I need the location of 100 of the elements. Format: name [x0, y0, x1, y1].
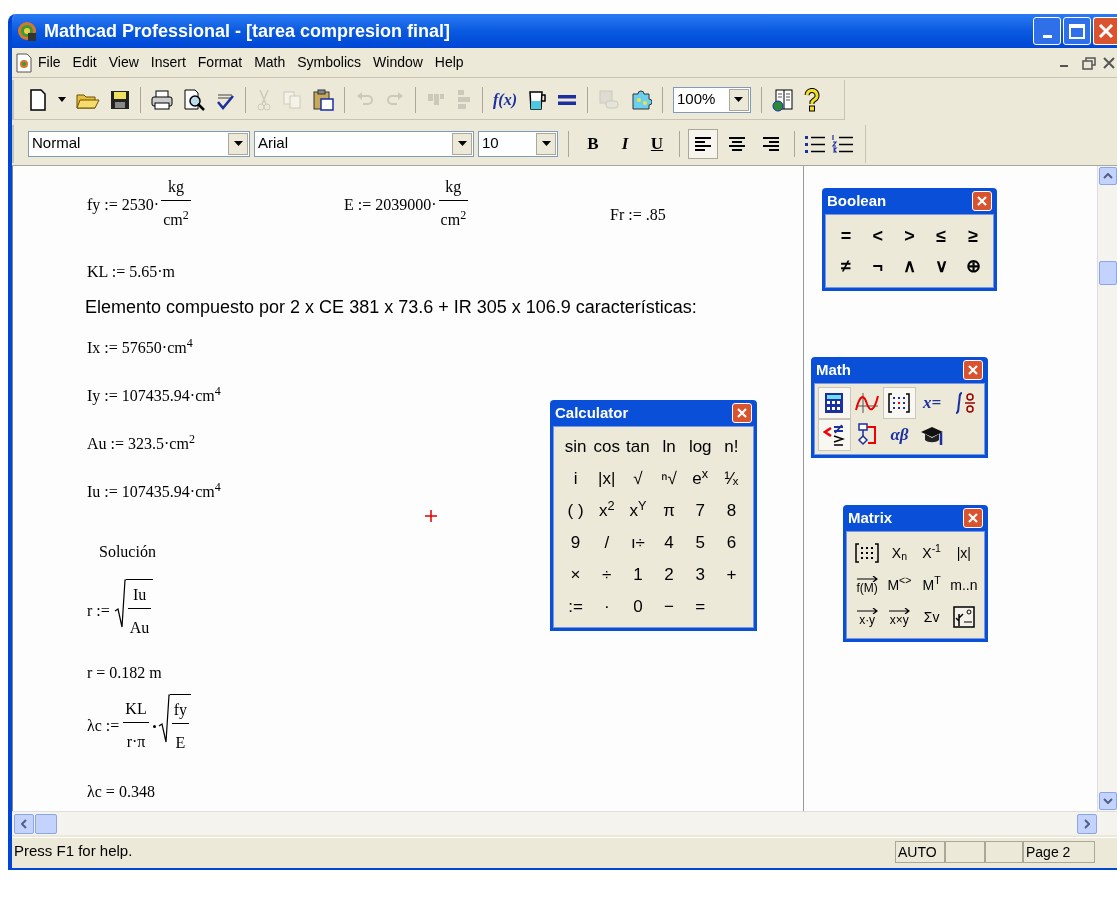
help-icon[interactable]: [804, 87, 820, 112]
horizontal-scrollbar[interactable]: [12, 811, 1117, 835]
insert-function-button[interactable]: f(x): [493, 87, 517, 112]
operator-key[interactable]: >: [893, 221, 926, 251]
palette-button[interactable]: f(M): [851, 569, 884, 601]
calculator-key[interactable]: ( ): [560, 495, 592, 527]
minimize-button[interactable]: [1033, 17, 1061, 45]
equals-icon[interactable]: [557, 93, 577, 106]
close-button[interactable]: [963, 508, 983, 528]
calculator-key[interactable]: log: [684, 431, 716, 463]
math-expression[interactable]: λc = 0.348: [87, 778, 155, 806]
calculator-key[interactable]: tan: [622, 431, 654, 463]
close-button[interactable]: [732, 403, 752, 423]
math-expression[interactable]: Au := 323.5·cm$^{2}$: [87, 430, 195, 458]
font-size-combo[interactable]: 10: [478, 130, 558, 157]
document-icon[interactable]: [16, 52, 32, 73]
math-expression[interactable]: E := 2039000·: [344, 192, 437, 217]
calculator-key[interactable]: x$^{Y}$: [622, 495, 654, 527]
calculator-key[interactable]: ln: [653, 431, 685, 463]
calculator-key[interactable]: 7: [684, 495, 716, 527]
menu-item[interactable]: Symbolics: [291, 52, 368, 73]
calculator-key[interactable]: +: [715, 559, 747, 591]
menu-item[interactable]: File: [32, 52, 67, 73]
printer-icon[interactable]: [151, 89, 173, 110]
calculator-key[interactable]: 9: [560, 527, 592, 559]
calculator-key[interactable]: cos: [591, 431, 623, 463]
palette-button[interactable]: m..n: [947, 569, 980, 601]
palette-button[interactable]: [883, 387, 916, 419]
math-expression[interactable]: Solución: [99, 538, 156, 566]
operator-key[interactable]: ⊕: [957, 251, 989, 281]
close-button[interactable]: [972, 191, 992, 211]
numbered-list-icon[interactable]: [831, 133, 855, 154]
calculator-key[interactable]: n!: [715, 431, 747, 463]
calculator-key[interactable]: |x|: [591, 463, 623, 495]
operator-key[interactable]: <: [861, 221, 894, 251]
chevron-left-icon[interactable]: [21, 818, 27, 829]
palette-button[interactable]: x×y: [883, 601, 916, 633]
calculator-key[interactable]: i: [560, 463, 592, 495]
calculator-key[interactable]: /: [591, 527, 623, 559]
math-expression[interactable]: r :=: [87, 599, 110, 623]
calculator-key[interactable]: 8: [715, 495, 747, 527]
menu-item[interactable]: View: [102, 52, 145, 73]
calculator-key[interactable]: 5: [684, 527, 716, 559]
calculator-key[interactable]: ı÷: [622, 527, 654, 559]
dropdown-arrow-icon[interactable]: [457, 141, 467, 146]
math-expression[interactable]: Ix := 57650·cm$^{4}$: [87, 334, 193, 362]
close-button[interactable]: [963, 360, 983, 380]
dropdown-arrow-icon[interactable]: [233, 141, 243, 146]
calculator-key[interactable]: sin: [560, 431, 592, 463]
operator-key[interactable]: ∨: [925, 251, 958, 281]
operator-key[interactable]: ¬: [861, 251, 894, 281]
vertical-scrollbar[interactable]: [1097, 166, 1117, 811]
operator-key[interactable]: ∧: [893, 251, 926, 281]
caret-icon[interactable]: [58, 96, 66, 103]
chevron-up-icon[interactable]: [1102, 173, 1113, 179]
bold-button[interactable]: B: [579, 129, 607, 158]
text-region[interactable]: Elemento compuesto por 2 x CE 381 x 73.6 + IR 305 x 106.9 características:: [85, 294, 697, 321]
calculator-key[interactable]: ⁿ√: [653, 463, 685, 495]
calculator-key[interactable]: π: [653, 495, 685, 527]
dropdown-arrow-icon[interactable]: [541, 141, 551, 146]
menu-item[interactable]: Insert: [144, 52, 192, 73]
align-left-button[interactable]: [688, 128, 718, 159]
palette-button[interactable]: x·y: [851, 601, 884, 633]
puzzle-piece-icon[interactable]: [630, 88, 652, 111]
math-expression[interactable]: λc :=: [87, 714, 120, 738]
math-expression[interactable]: Iu := 107435.94·cm$^{4}$: [87, 478, 221, 506]
maximize-button[interactable]: [1063, 17, 1091, 45]
operator-key[interactable]: =: [830, 221, 862, 251]
calculator-key[interactable]: 0: [622, 591, 654, 623]
calculator-key[interactable]: ¹⁄ₓ: [715, 463, 747, 495]
scroll-thumb[interactable]: [35, 813, 57, 834]
menu-item[interactable]: Format: [191, 52, 249, 73]
calculator-key[interactable]: ÷: [591, 559, 623, 591]
palette-button[interactable]: αβ: [883, 419, 916, 451]
calculator-key[interactable]: :=: [560, 591, 592, 623]
chevron-right-icon[interactable]: [1084, 818, 1090, 829]
close-button[interactable]: [1093, 17, 1117, 45]
palette-button[interactable]: Σv: [915, 601, 948, 633]
calculator-key[interactable]: x$^{2}$: [591, 495, 623, 527]
palette-button[interactable]: [818, 419, 851, 451]
math-expression[interactable]: KL := 5.65·m: [87, 258, 175, 286]
calculator-key[interactable]: 1: [622, 559, 654, 591]
underline-button[interactable]: U: [643, 129, 671, 158]
operator-key[interactable]: ≤: [925, 221, 958, 251]
magnifier-page-icon[interactable]: [183, 88, 205, 111]
math-expression[interactable]: r = 0.182 m: [87, 659, 162, 687]
palette-button[interactable]: X$^{-1}$: [915, 537, 948, 569]
bulleted-list-icon[interactable]: [803, 133, 827, 154]
palette-button[interactable]: [818, 387, 851, 419]
calculator-key[interactable]: 2: [653, 559, 685, 591]
zoom-combo[interactable]: 100%: [673, 86, 751, 113]
menu-item[interactable]: Math: [248, 52, 292, 73]
calculator-key[interactable]: 6: [715, 527, 747, 559]
palette-button[interactable]: X$_{n}$: [883, 537, 916, 569]
calculator-key[interactable]: =: [684, 591, 716, 623]
menu-item[interactable]: Help: [428, 52, 470, 73]
operator-key[interactable]: ≠: [830, 251, 862, 281]
math-expression[interactable]: Fr := .85: [610, 201, 666, 229]
style-combo[interactable]: Normal: [28, 130, 250, 157]
palette-button[interactable]: |x|: [947, 537, 980, 569]
